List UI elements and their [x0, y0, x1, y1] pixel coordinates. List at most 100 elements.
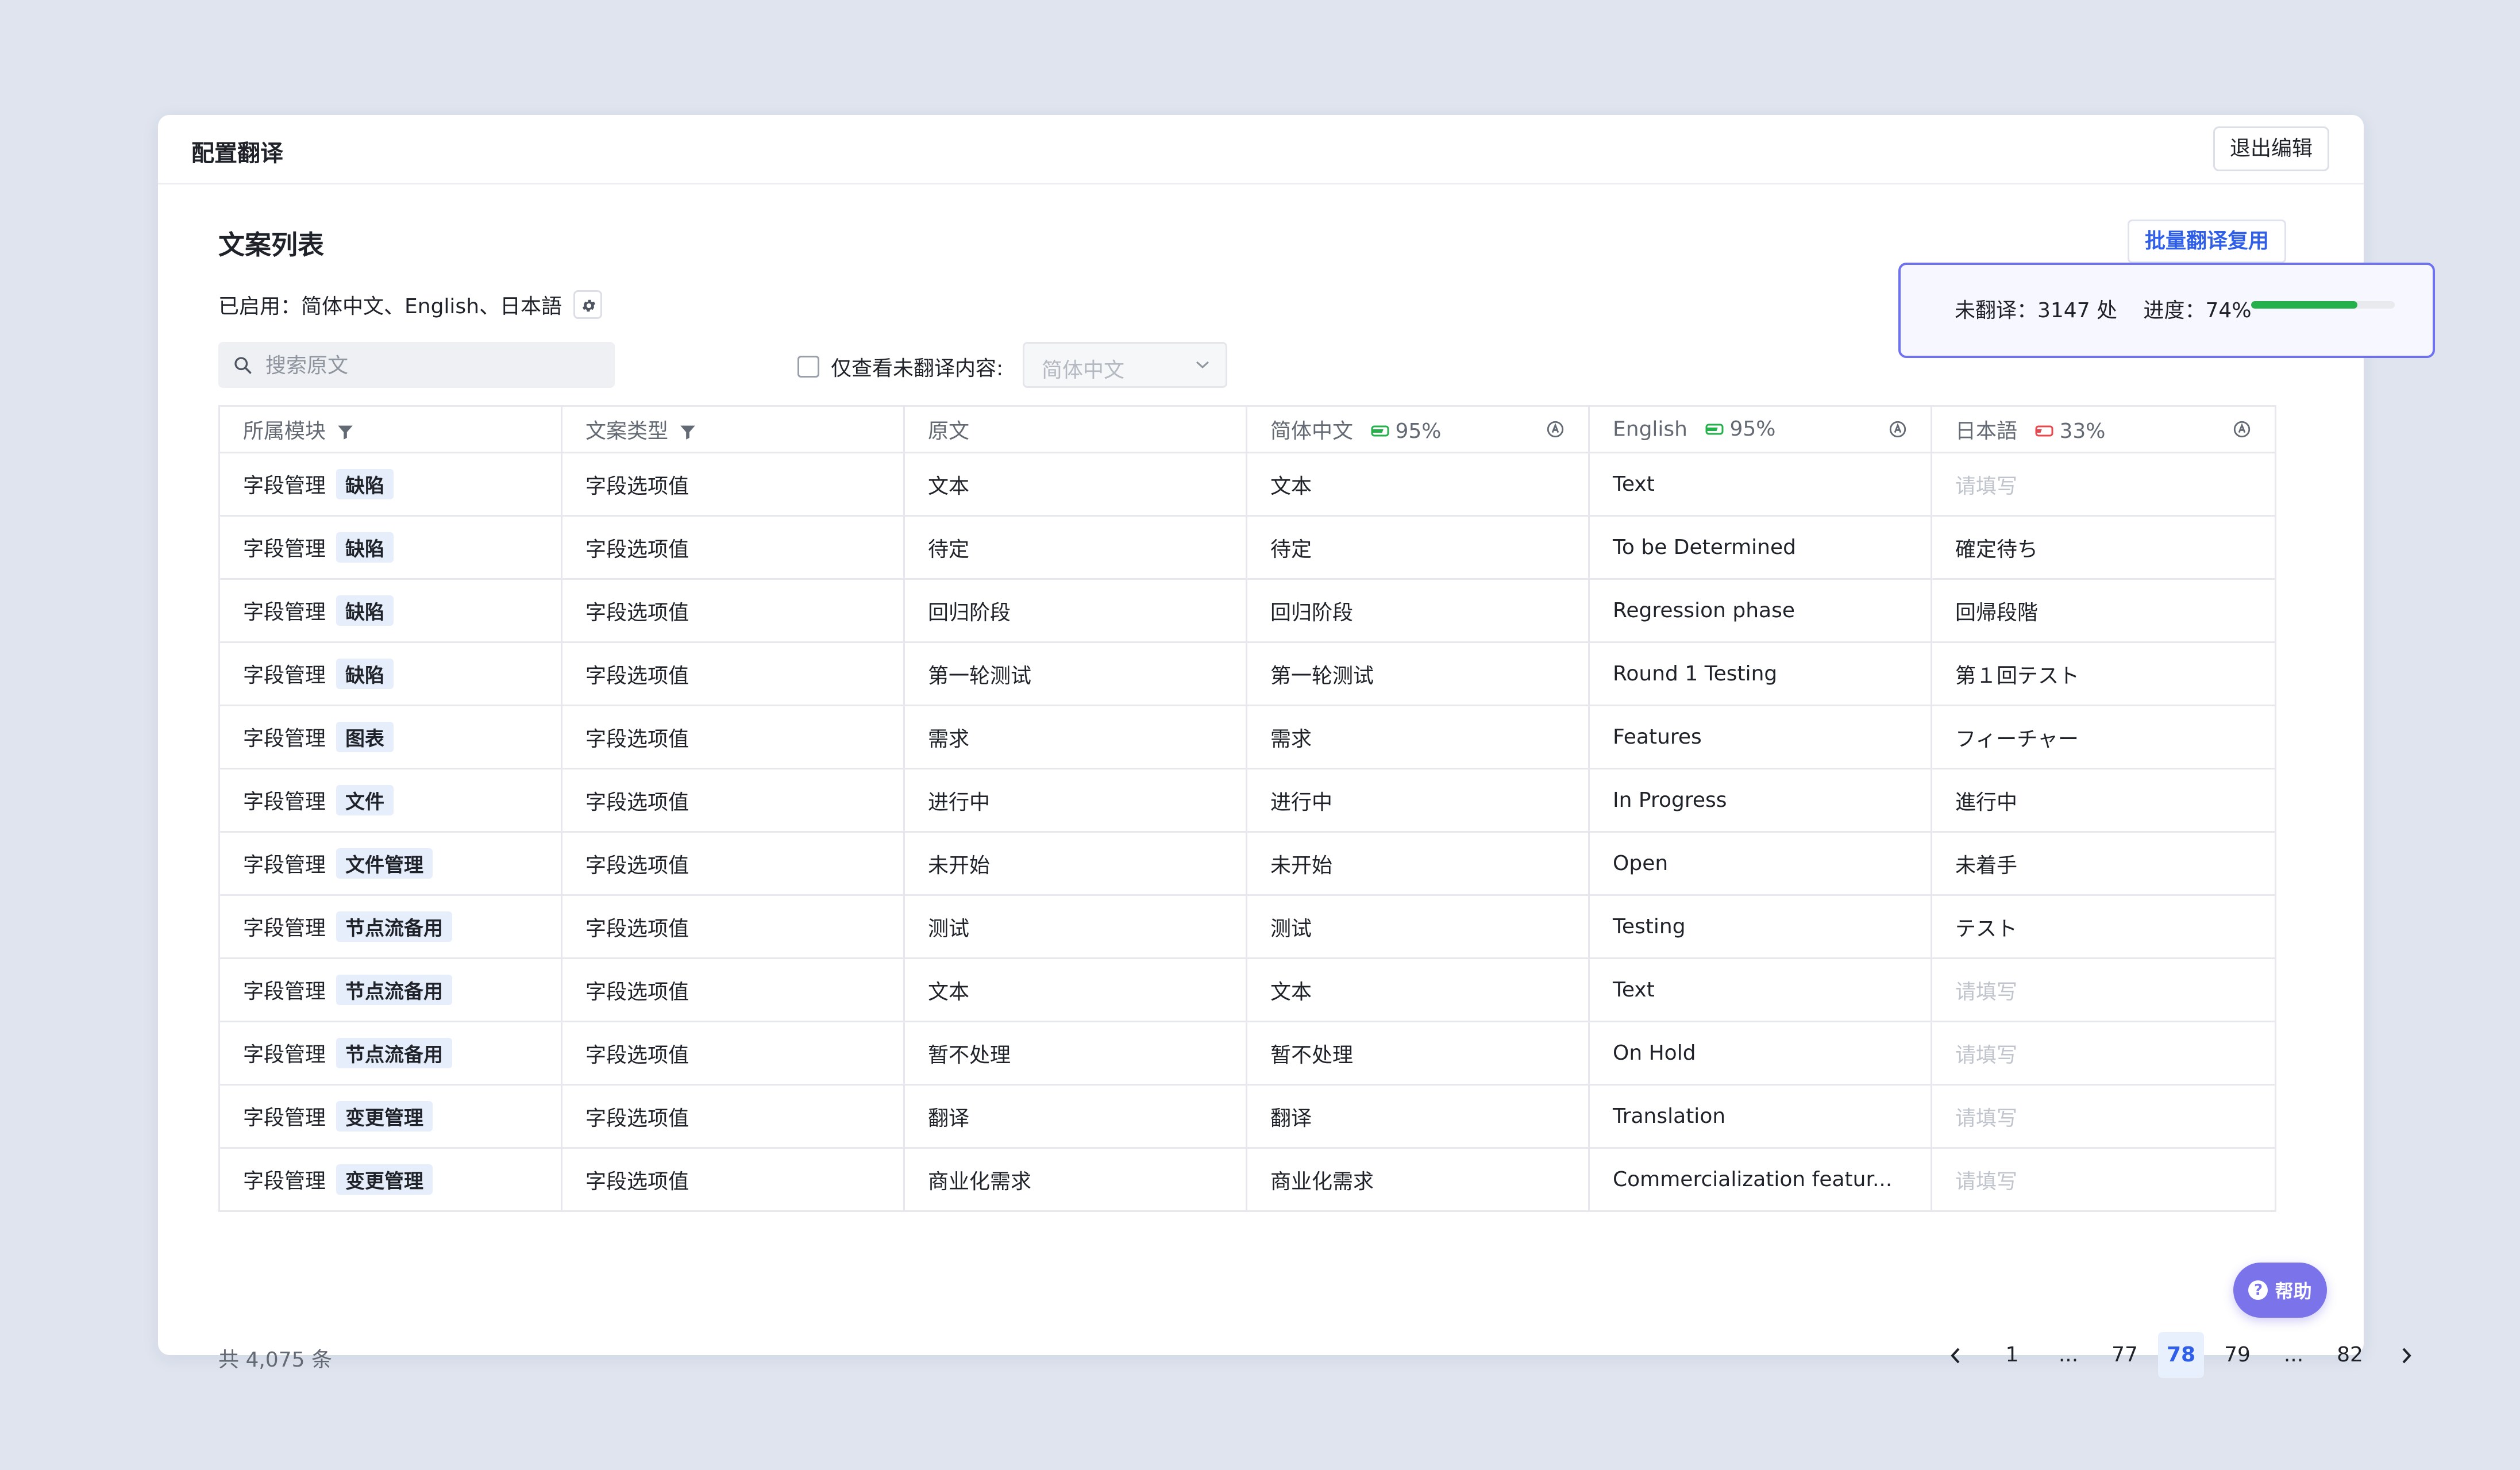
auto-translate-icon[interactable]: [2232, 420, 2252, 439]
zh-translation-cell[interactable]: 文本: [1246, 452, 1590, 517]
module-tag: 节点流备用: [336, 1038, 453, 1068]
battery-icon: [1371, 425, 1389, 437]
module-tag: 变更管理: [336, 1164, 433, 1195]
ja-translation-cell[interactable]: 回帰段階: [1931, 578, 2276, 643]
zh-translation-cell[interactable]: 翻译: [1246, 1084, 1590, 1149]
zh-translation-cell[interactable]: 回归阶段: [1246, 578, 1590, 643]
ja-translation-cell[interactable]: 第１回テスト: [1931, 641, 2276, 706]
ja-translation-cell[interactable]: 進行中: [1931, 768, 2276, 833]
module-cell: 字段管理 缺陷: [218, 641, 562, 706]
table-header-row: 所属模块 文案类型 原文 简体中文 95% English 95% 日本語 33…: [218, 405, 2276, 453]
zh-translation-cell[interactable]: 测试: [1246, 894, 1590, 959]
en-translation-cell[interactable]: On Hold: [1588, 1021, 1932, 1086]
column-header-module: 所属模块: [218, 405, 562, 453]
ja-translation-cell[interactable]: テスト: [1931, 894, 2276, 959]
batch-translate-reuse-button[interactable]: 批量翻译复用: [2128, 220, 2286, 263]
ja-translation-cell[interactable]: 请填写: [1931, 1147, 2276, 1212]
copy-type-cell: 字段选项值: [561, 831, 905, 896]
en-translation-cell[interactable]: Round 1 Testing: [1588, 641, 1932, 706]
help-button[interactable]: ? 帮助: [2233, 1263, 2327, 1318]
progress-percent: 进度：74%: [2143, 299, 2252, 322]
en-translation-cell[interactable]: Features: [1588, 705, 1932, 769]
translation-progress-panel: 未翻译：3147 处 进度：74%: [1898, 263, 2435, 358]
zh-translation-cell[interactable]: 第一轮测试: [1246, 641, 1590, 706]
en-translation-cell[interactable]: Commercialization featur...: [1588, 1147, 1932, 1212]
module-tag: 文件: [336, 785, 394, 815]
en-translation-cell[interactable]: Translation: [1588, 1084, 1932, 1149]
module-name: 字段管理: [243, 537, 326, 561]
filter-icon[interactable]: [678, 422, 698, 442]
total-count: 共 4,075 条: [218, 1348, 332, 1372]
page-button[interactable]: 77: [2102, 1332, 2148, 1378]
en-progress: 95%: [1729, 417, 1776, 441]
module-tag: 文件管理: [336, 848, 433, 879]
en-translation-cell[interactable]: In Progress: [1588, 768, 1932, 833]
untranslated-count: 未翻译：3147 处: [1955, 299, 2118, 322]
column-header-zh: 简体中文 95%: [1246, 405, 1590, 453]
module-tag: 变更管理: [336, 1101, 433, 1132]
en-translation-cell[interactable]: Regression phase: [1588, 578, 1932, 643]
search-source-field[interactable]: [218, 342, 615, 388]
auto-translate-icon[interactable]: [1546, 420, 1565, 439]
exit-edit-button[interactable]: 退出编辑: [2213, 126, 2329, 171]
copy-type-cell: 字段选项值: [561, 641, 905, 706]
table-row: 字段管理 变更管理 字段选项值 商业化需求 商业化需求 Commercialization…: [218, 1147, 2276, 1212]
module-name: 字段管理: [243, 664, 326, 687]
page-button[interactable]: 79: [2214, 1332, 2260, 1378]
zh-translation-cell[interactable]: 待定: [1246, 515, 1590, 580]
table-row: 字段管理 节点流备用 字段选项值 暂不处理 暂不处理 On Hold 请填写: [218, 1021, 2276, 1086]
module-name: 字段管理: [243, 790, 326, 814]
table-row: 字段管理 文件 字段选项值 进行中 进行中 In Progress 進行中: [218, 768, 2276, 833]
en-translation-cell[interactable]: Testing: [1588, 894, 1932, 959]
filter-icon[interactable]: [336, 422, 355, 442]
en-translation-cell[interactable]: Open: [1588, 831, 1932, 896]
ja-translation-cell[interactable]: 確定待ち: [1931, 515, 2276, 580]
page-ellipsis: ...: [2283, 1343, 2304, 1367]
source-cell: 进行中: [903, 768, 1247, 833]
next-page-button[interactable]: [2383, 1332, 2429, 1378]
page-button[interactable]: 78: [2158, 1332, 2204, 1378]
source-cell: 文本: [903, 957, 1247, 1022]
ja-translation-cell[interactable]: 请填写: [1931, 452, 2276, 517]
chevron-right-icon: [2402, 1348, 2411, 1364]
source-cell: 待定: [903, 515, 1247, 580]
page-button[interactable]: 1: [1989, 1332, 2035, 1378]
ja-translation-cell[interactable]: フィーチャー: [1931, 705, 2276, 769]
zh-translation-cell[interactable]: 未开始: [1246, 831, 1590, 896]
zh-translation-cell[interactable]: 商业化需求: [1246, 1147, 1590, 1212]
auto-translate-icon[interactable]: [1888, 420, 1908, 439]
module-name: 字段管理: [243, 1169, 326, 1193]
module-name: 字段管理: [243, 980, 326, 1003]
untranslated-only-filter[interactable]: 仅查看未翻译内容:: [797, 352, 1003, 382]
module-name: 字段管理: [243, 917, 326, 940]
language-select-value: 简体中文: [1042, 359, 1125, 382]
ja-translation-cell[interactable]: 请填写: [1931, 957, 2276, 1022]
copy-type-cell: 字段选项值: [561, 705, 905, 769]
gear-icon: [582, 299, 596, 312]
en-translation-cell[interactable]: Text: [1588, 957, 1932, 1022]
en-translation-cell[interactable]: Text: [1588, 452, 1932, 517]
module-name: 字段管理: [243, 853, 326, 877]
battery-low-icon: [2035, 425, 2053, 437]
copy-type-cell: 字段选项值: [561, 1147, 905, 1212]
ja-translation-cell[interactable]: 未着手: [1931, 831, 2276, 896]
untranslated-only-checkbox[interactable]: [797, 356, 819, 378]
ja-translation-cell[interactable]: 请填写: [1931, 1084, 2276, 1149]
battery-icon: [1705, 424, 1724, 435]
chevron-down-icon: [1196, 361, 1209, 369]
en-translation-cell[interactable]: To be Determined: [1588, 515, 1932, 580]
module-tag: 缺陷: [336, 469, 394, 499]
zh-translation-cell[interactable]: 需求: [1246, 705, 1590, 769]
zh-translation-cell[interactable]: 进行中: [1246, 768, 1590, 833]
ja-translation-cell[interactable]: 请填写: [1931, 1021, 2276, 1086]
copy-type-cell: 字段选项值: [561, 1021, 905, 1086]
language-select[interactable]: 简体中文: [1023, 342, 1227, 388]
zh-translation-cell[interactable]: 暂不处理: [1246, 1021, 1590, 1086]
page-button[interactable]: 82: [2327, 1332, 2373, 1378]
zh-translation-cell[interactable]: 文本: [1246, 957, 1590, 1022]
copy-type-cell: 字段选项值: [561, 578, 905, 643]
search-input[interactable]: [264, 348, 600, 383]
prev-page-button[interactable]: [1933, 1332, 1979, 1378]
panel-title: 配置翻译: [191, 140, 283, 167]
language-settings-button[interactable]: [573, 290, 603, 319]
